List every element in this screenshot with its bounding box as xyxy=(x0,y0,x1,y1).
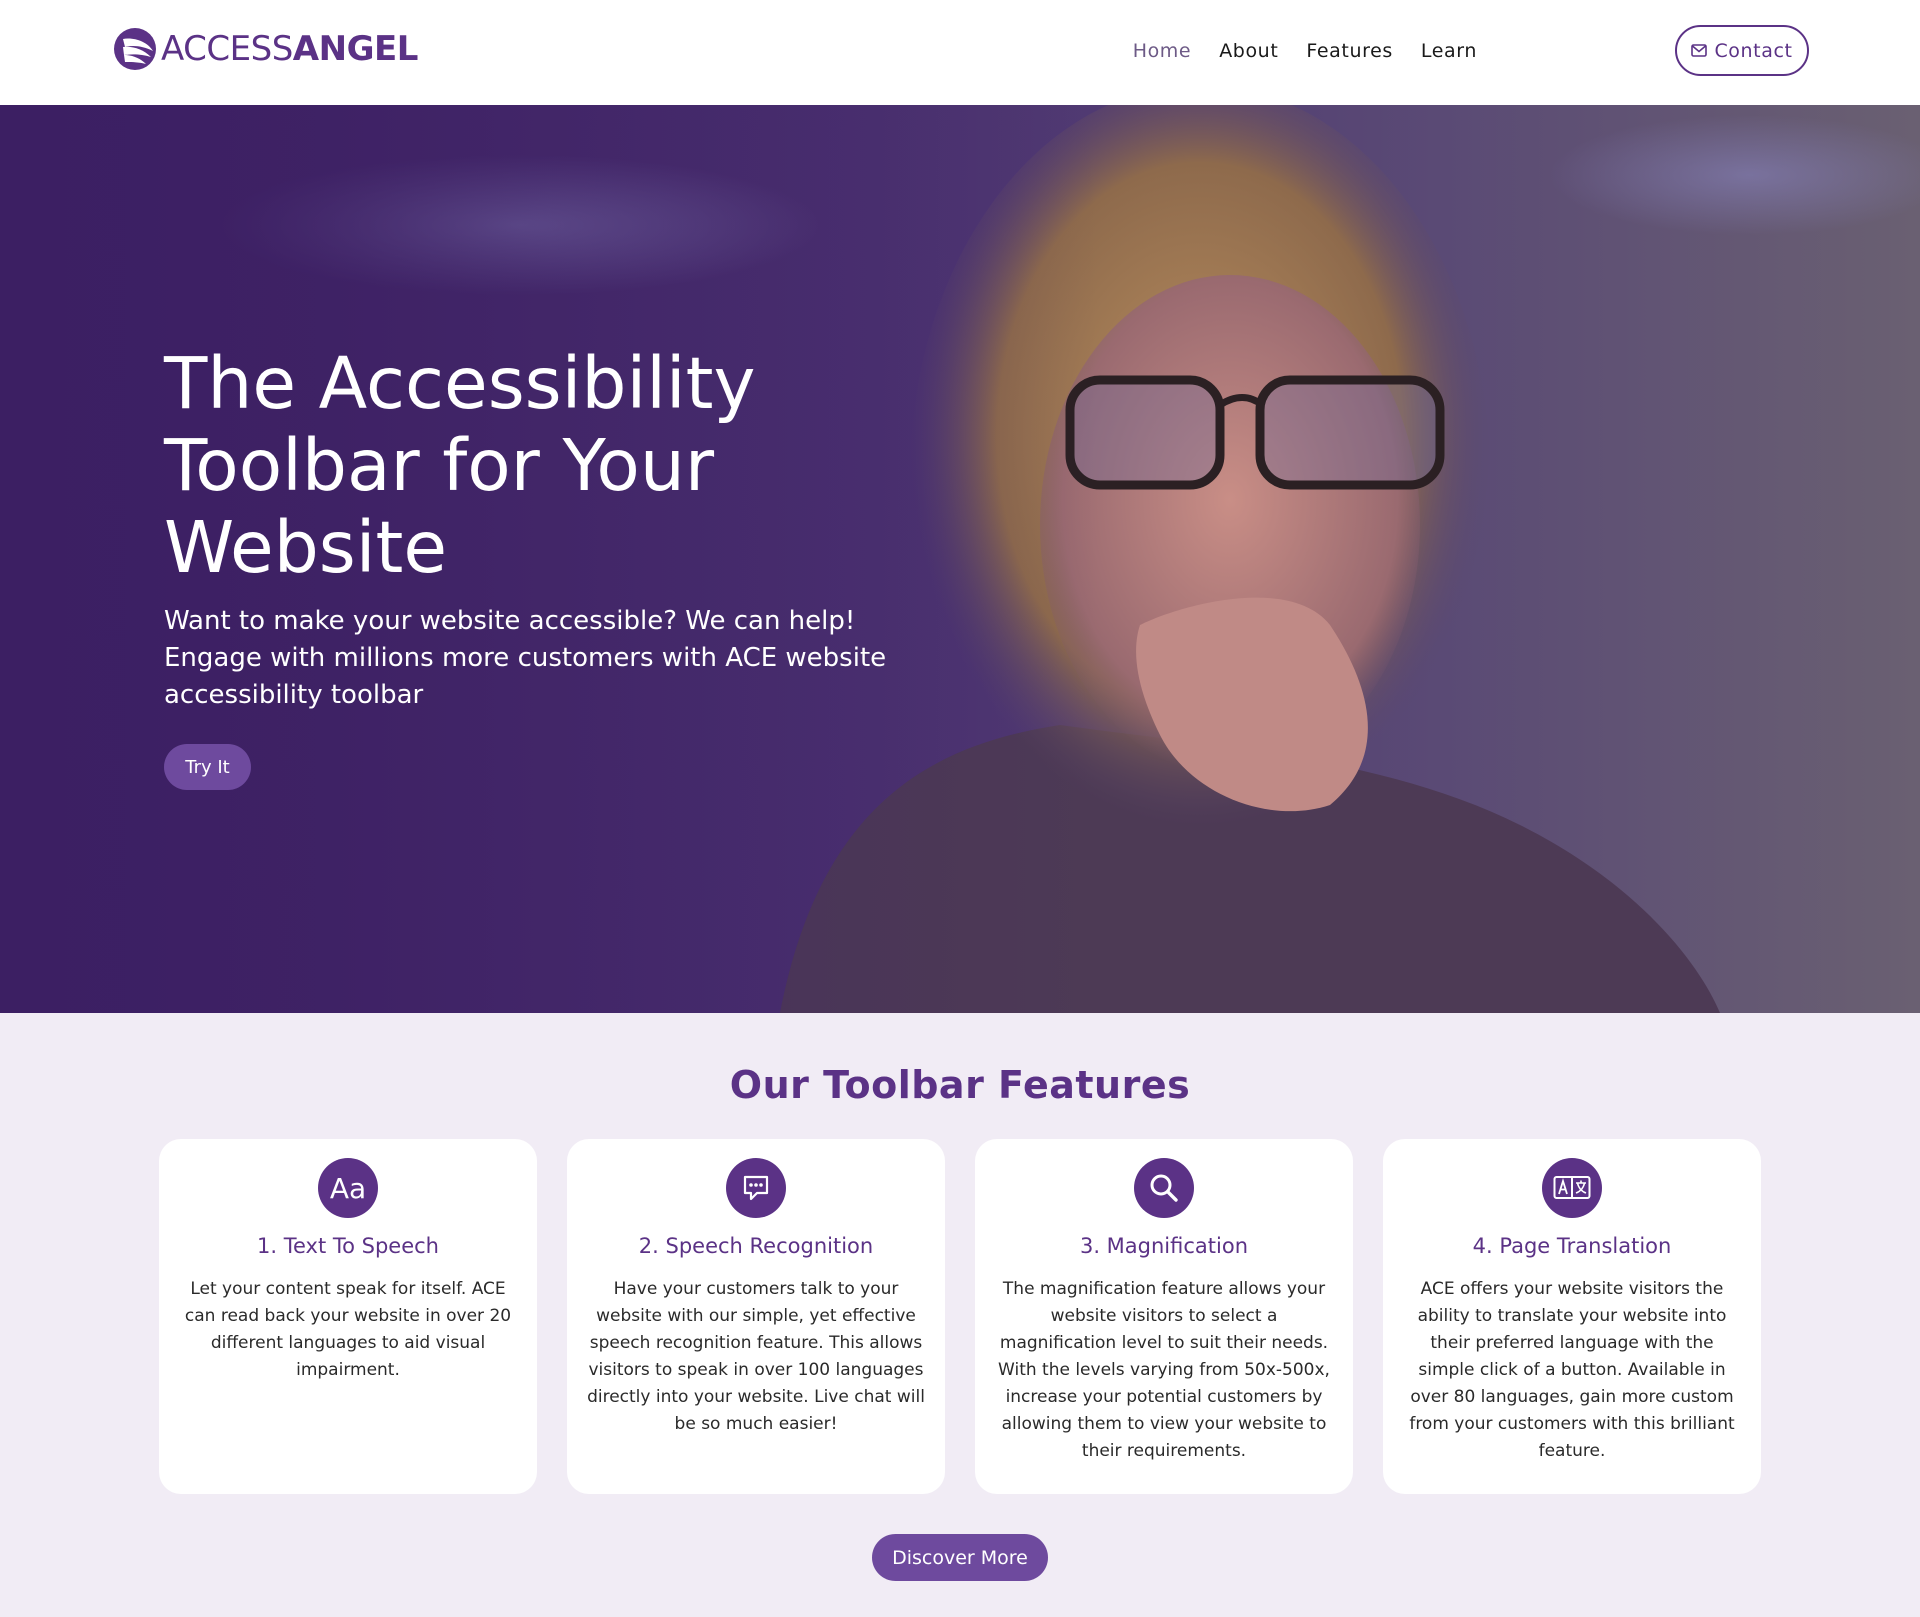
feature-card-magnification: 3. Magnification The magnification featu… xyxy=(975,1139,1353,1494)
nav-learn[interactable]: Learn xyxy=(1421,40,1477,62)
feature-card-text-to-speech: Aa 1. Text To Speech Let your content sp… xyxy=(159,1139,537,1494)
logo-text-access: ACCESS xyxy=(161,29,293,69)
text-aa-glyph: Aa xyxy=(329,1171,367,1205)
site-header: ACCESSANGEL Home About Features Learn Co… xyxy=(0,0,1920,105)
feature-description: ACE offers your website visitors the abi… xyxy=(1409,1279,1735,1461)
feature-title: 3. Magnification xyxy=(1079,1234,1249,1258)
hero-title: The Accessibility Toolbar for Your Websi… xyxy=(164,342,756,589)
logo-text: ACCESSANGEL xyxy=(161,26,418,72)
feature-card-page-translation: 4. Page Translation ACE offers your webs… xyxy=(1383,1139,1761,1494)
logo-text-angel: ANGEL xyxy=(292,29,419,69)
magnifier-icon xyxy=(1134,1158,1194,1218)
chat-bubble-icon xyxy=(726,1158,786,1218)
features-title: Our Toolbar Features xyxy=(729,1063,1191,1107)
angel-wing-icon xyxy=(114,28,156,70)
try-it-button[interactable]: Try It xyxy=(164,744,251,790)
feature-title: 2. Speech Recognition xyxy=(638,1234,874,1258)
hero-section: The Accessibility Toolbar for Your Websi… xyxy=(0,105,1920,1013)
discover-more-button[interactable]: Discover More xyxy=(872,1534,1048,1581)
feature-title: 1. Text To Speech xyxy=(257,1234,439,1258)
nav-features[interactable]: Features xyxy=(1306,40,1393,62)
main-nav: Home About Features Learn xyxy=(1105,25,1477,77)
logo[interactable]: ACCESSANGEL xyxy=(113,26,418,72)
nav-about[interactable]: About xyxy=(1219,40,1278,62)
feature-description: Let your content speak for itself. ACE c… xyxy=(184,1279,512,1380)
feature-card-speech-recognition: 2. Speech Recognition Have your customer… xyxy=(567,1139,945,1494)
contact-button[interactable]: Contact xyxy=(1675,25,1809,76)
contact-label: Contact xyxy=(1714,39,1793,62)
feature-description: Have your customers talk to your website… xyxy=(587,1279,925,1434)
envelope-icon xyxy=(1691,44,1708,57)
feature-description: The magnification feature allows your we… xyxy=(998,1279,1330,1461)
translate-icon xyxy=(1542,1158,1602,1218)
feature-title: 4. Page Translation xyxy=(1472,1234,1672,1258)
hero-subtitle: Want to make your website accessible? We… xyxy=(164,606,887,710)
nav-home[interactable]: Home xyxy=(1133,40,1192,62)
text-aa-icon: Aa xyxy=(318,1158,378,1218)
